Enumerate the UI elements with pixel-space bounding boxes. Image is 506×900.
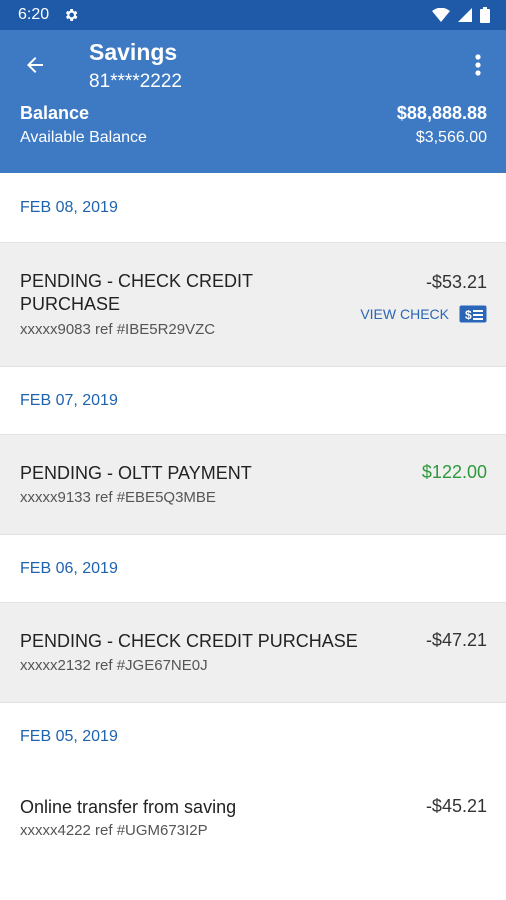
account-number: 81****2222 [89,71,182,92]
more-vert-icon [475,54,481,76]
transaction-amount: $122.00 [421,462,487,482]
transaction-description-cont: PURCHASE [20,294,121,314]
transaction-amount: -$45.21 [425,796,487,816]
transaction-row[interactable]: PENDING - CHECK CREDIT PURCHASE xxxxx908… [0,242,506,366]
transaction-amount: -$53.21 [425,272,487,292]
back-button[interactable] [20,50,50,80]
more-button[interactable] [466,50,490,80]
available-balance-label: Available Balance [20,129,147,146]
transaction-description: Online transfer from saving [20,797,237,817]
transaction-row[interactable]: PENDING - OLTT PAYMENT xxxxx9133 ref #EB… [0,434,506,534]
date-header: FEB 06, 2019 [0,534,506,602]
status-time: 6:20 [18,6,50,23]
transaction-description: PENDING - OLTT PAYMENT [20,463,252,483]
available-balance-value: $3,566.00 [415,129,487,146]
battery-icon [480,7,490,23]
balance-value: $88,888.88 [396,103,487,123]
balance-label: Balance [20,103,90,123]
transaction-amount: -$47.21 [425,630,487,650]
back-arrow-icon [27,57,43,73]
check-icon: $ [459,305,487,323]
date-header: FEB 05, 2019 [0,702,506,770]
view-check-button[interactable]: VIEW CHECK $ [360,305,487,323]
transaction-row[interactable]: Online transfer from saving xxxxx4222 re… [0,770,506,870]
signal-icon [458,8,472,22]
transaction-reference: xxxxx2132 ref #JGE67NE0J [20,657,208,674]
wifi-icon [432,8,450,22]
date-header: FEB 07, 2019 [0,366,506,434]
app-bar: Savings 81****2222 Balance $88,888.88 Av… [0,30,506,173]
status-bar: 6:20 [0,0,506,30]
transaction-reference: xxxxx9083 ref #IBE5R29VZC [20,321,216,338]
transaction-reference: xxxxx9133 ref #EBE5Q3MBE [20,489,216,506]
svg-text:$: $ [465,308,472,322]
view-check-label: VIEW CHECK [360,306,449,322]
transaction-row[interactable]: PENDING - CHECK CREDIT PURCHASE xxxxx213… [0,602,506,702]
transaction-list: FEB 08, 2019 PENDING - CHECK CREDIT PURC… [0,173,506,870]
page-title: Savings [89,39,178,65]
transaction-description: PENDING - CHECK CREDIT [20,271,254,291]
transaction-reference: xxxxx4222 ref #UGM673I2P [20,822,208,839]
gear-icon [66,9,78,21]
date-header: FEB 08, 2019 [0,173,506,242]
transaction-description: PENDING - CHECK CREDIT PURCHASE [20,631,358,651]
